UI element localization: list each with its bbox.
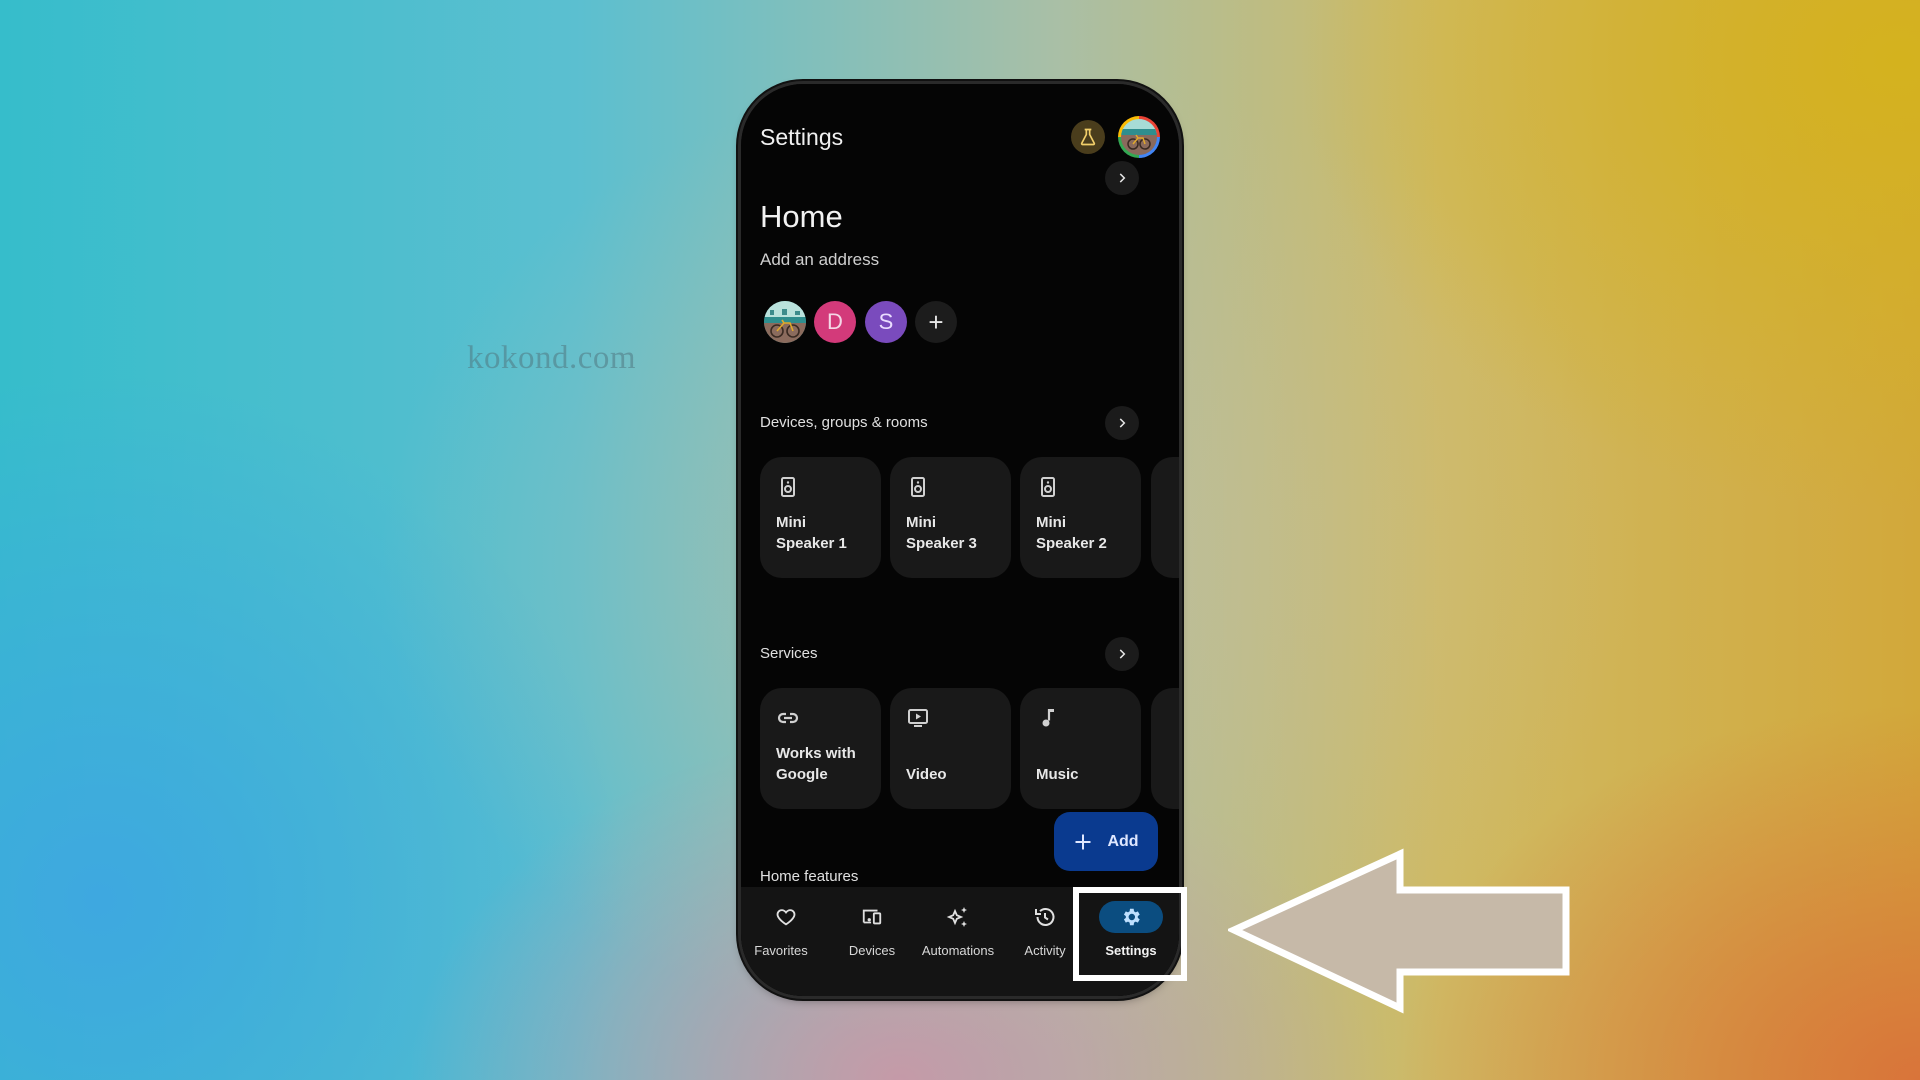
settings-highlight-box <box>1073 887 1187 981</box>
pointer-arrow-icon <box>1228 848 1570 1014</box>
add-address-link[interactable]: Add an address <box>760 250 879 270</box>
devices-chevron-button[interactable] <box>1105 406 1139 440</box>
device-card-partial[interactable] <box>1151 457 1179 578</box>
member-avatar-d[interactable]: D <box>814 301 856 343</box>
device-card-line1: Mini <box>1036 514 1066 531</box>
nav-automations[interactable]: Automations <box>915 887 1001 967</box>
nav-label: Favorites <box>754 943 808 958</box>
home-name: Home <box>760 199 843 234</box>
services-section-title: Services <box>760 645 818 662</box>
add-button-label: Add <box>1107 832 1139 850</box>
service-card-line2: Video <box>906 766 947 783</box>
service-card-line2: Music <box>1036 766 1079 783</box>
page-title: Settings <box>760 124 844 150</box>
devices-section-title: Devices, groups & rooms <box>760 414 928 431</box>
nav-label: Devices <box>848 943 896 958</box>
device-card-line2: Speaker 2 <box>1036 535 1107 552</box>
sparkle-icon <box>946 907 967 927</box>
add-button[interactable]: Add <box>1054 812 1158 871</box>
chevron-right-icon <box>1119 649 1126 659</box>
nav-label: Automations <box>921 943 995 958</box>
speaker-icon <box>1041 477 1055 497</box>
nav-favorites[interactable]: Favorites <box>743 887 829 967</box>
nav-devices[interactable]: Devices <box>829 887 915 967</box>
service-card-line2: Google <box>776 766 828 783</box>
member-avatar-s[interactable]: S <box>865 301 907 343</box>
avatar-photo <box>1121 119 1157 155</box>
device-card[interactable]: Mini Speaker 3 <box>890 457 1011 578</box>
device-card[interactable]: Mini Speaker 2 <box>1020 457 1141 578</box>
device-card-line2: Speaker 1 <box>776 535 847 552</box>
plus-icon <box>1075 834 1091 849</box>
service-card[interactable]: Music <box>1020 688 1141 809</box>
video-icon <box>908 709 928 727</box>
app-screen: Settings Home Add an address D S + Devic… <box>741 84 1179 996</box>
account-avatar[interactable] <box>1118 116 1160 158</box>
home-features-title: Home features <box>760 868 859 885</box>
device-card-line1: Mini <box>776 514 806 531</box>
add-member-button[interactable]: + <box>915 301 957 343</box>
speaker-icon <box>781 477 795 497</box>
service-card[interactable]: Works with Google <box>760 688 881 809</box>
chevron-right-icon <box>1119 418 1126 428</box>
service-card[interactable]: Video <box>890 688 1011 809</box>
device-card-line1: Mini <box>906 514 936 531</box>
home-chevron-button[interactable] <box>1105 161 1139 195</box>
heart-icon <box>776 909 796 926</box>
service-card-partial[interactable] <box>1151 688 1179 809</box>
phone-frame: Settings Home Add an address D S + Devic… <box>741 84 1179 996</box>
flask-icon <box>1080 128 1096 146</box>
devices-icon <box>862 909 882 925</box>
music-note-icon <box>1042 709 1054 727</box>
speaker-icon <box>911 477 925 497</box>
labs-button[interactable] <box>1071 120 1105 154</box>
chevron-right-icon <box>1119 173 1126 183</box>
member-avatar-photo[interactable] <box>764 301 806 343</box>
services-chevron-button[interactable] <box>1105 637 1139 671</box>
link-icon <box>777 712 799 724</box>
service-card-line1: Works with <box>776 745 856 762</box>
watermark: kokond.com <box>467 340 637 376</box>
device-card-line2: Speaker 3 <box>906 535 977 552</box>
history-icon <box>1035 908 1055 926</box>
device-card[interactable]: Mini Speaker 1 <box>760 457 881 578</box>
